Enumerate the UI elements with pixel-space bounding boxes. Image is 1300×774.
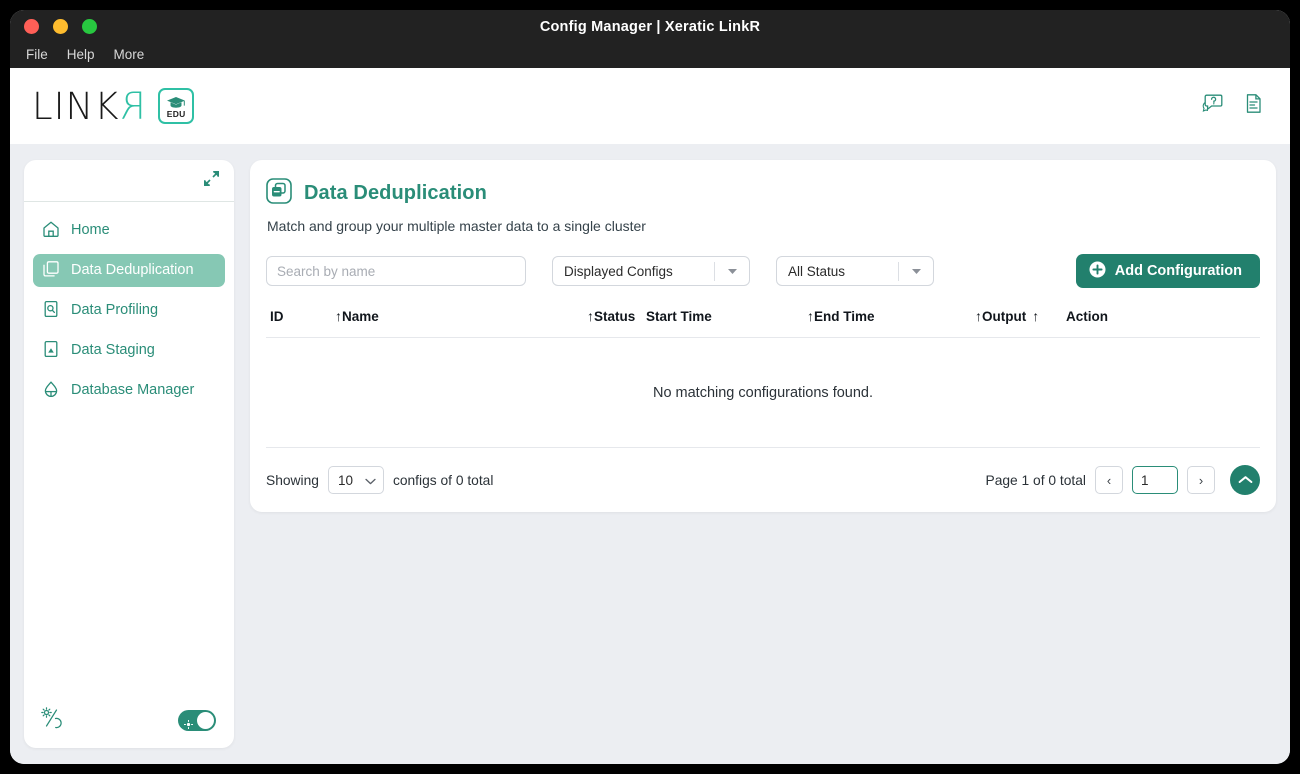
table-header-row: ID ↑ Name ↑ Status Start Time ↑ [266, 308, 1260, 338]
chevron-down-icon [899, 268, 933, 275]
title-bar: Config Manager | Xeratic LinkR File Help… [10, 10, 1290, 68]
empty-state: No matching configurations found. [266, 338, 1260, 448]
page-subtitle: Match and group your multiple master dat… [267, 218, 1260, 234]
column-header-output: Output ↑ [982, 308, 1066, 324]
column-label-start-time: Start Time [646, 309, 712, 324]
sidebar-item-label: Database Manager [71, 383, 194, 398]
column-header-start-time: Start Time ↑ [646, 308, 814, 324]
chevron-up-icon [1238, 473, 1253, 488]
edu-badge: EDU [158, 88, 194, 124]
page-number-input[interactable] [1132, 466, 1178, 494]
brand-logo: LINKR EDU [32, 88, 194, 125]
showing-label: Showing [266, 473, 319, 488]
column-label-id: ID [270, 309, 284, 324]
brand-text-accent: R [119, 88, 146, 125]
column-label-output: Output [982, 309, 1026, 324]
content-card: Data Deduplication Match and group your … [250, 160, 1276, 512]
sidebar-item-label: Home [71, 223, 110, 238]
pagination-controls: Page 1 of 0 total ‹ › [986, 465, 1261, 495]
theme-toggle[interactable] [178, 710, 216, 731]
filter-bar: Displayed Configs All Status [266, 254, 1260, 288]
search-input[interactable] [266, 256, 526, 286]
sort-arrow-end-time[interactable]: ↑ [975, 308, 982, 324]
sidebar-item-data-staging[interactable]: Data Staging [33, 334, 225, 367]
graduation-cap-icon [166, 96, 186, 109]
home-icon [42, 220, 60, 242]
sidebar-header [24, 160, 234, 202]
collapse-icon[interactable] [203, 170, 220, 192]
sort-arrow-name[interactable]: ↑ [587, 308, 594, 324]
column-label-status: Status [594, 309, 635, 324]
sidebar-item-label: Data Staging [71, 343, 155, 358]
app-window: Config Manager | Xeratic LinkR File Help… [10, 10, 1290, 764]
column-label-end-time: End Time [814, 309, 875, 324]
report-icon[interactable] [1243, 93, 1264, 119]
sort-arrow-id[interactable]: ↑ [335, 308, 342, 324]
sidebar-item-label: Data Deduplication [71, 263, 194, 278]
sidebar-footer [24, 692, 234, 748]
sidebar-item-home[interactable]: Home [33, 214, 225, 247]
page-info-label: Page 1 of 0 total [986, 473, 1087, 488]
sidebar-item-database-manager[interactable]: Database Manager [33, 374, 225, 407]
page-header: Data Deduplication [266, 178, 1260, 209]
column-header-name: Name ↑ [342, 308, 594, 324]
menu-item-help[interactable]: Help [67, 47, 95, 62]
sidebar-item-data-deduplication[interactable]: Data Deduplication [33, 254, 225, 287]
brand-text-main: LINK [32, 85, 119, 128]
add-configuration-label: Add Configuration [1115, 263, 1242, 279]
brand-wordmark: LINKR [32, 88, 146, 125]
pagination-bar: Showing 10 configs of 0 total Page 1 of … [266, 448, 1260, 512]
help-icon[interactable] [1202, 93, 1223, 119]
main-content: Data Deduplication Match and group your … [250, 160, 1276, 748]
menu-bar: File Help More [26, 47, 144, 62]
sidebar-nav: Home Data Deduplication [24, 202, 234, 407]
sort-arrow-output[interactable]: ↑ [1032, 308, 1039, 324]
menu-item-file[interactable]: File [26, 47, 48, 62]
chevron-down-icon [365, 473, 376, 488]
previous-page-button[interactable]: ‹ [1095, 466, 1123, 494]
column-header-action: Action [1066, 309, 1146, 324]
displayed-configs-value: Displayed Configs [553, 264, 714, 279]
column-label-name: Name [342, 309, 379, 324]
page-size-value: 10 [338, 473, 353, 488]
staging-icon [42, 340, 60, 362]
sidebar-item-label: Data Profiling [71, 303, 158, 318]
app-header: LINKR EDU [10, 68, 1290, 144]
empty-state-message: No matching configurations found. [653, 385, 873, 401]
next-page-button[interactable]: › [1187, 466, 1215, 494]
data-deduplication-icon [266, 178, 292, 209]
duplicate-icon [42, 260, 60, 282]
edu-badge-label: EDU [167, 110, 186, 119]
sidebar: Home Data Deduplication [24, 160, 234, 748]
app-body: Home Data Deduplication [10, 144, 1290, 764]
column-header-status: Status [594, 309, 646, 324]
column-header-id: ID ↑ [270, 308, 342, 324]
add-configuration-button[interactable]: Add Configuration [1076, 254, 1260, 288]
window-title: Config Manager | Xeratic LinkR [10, 19, 1290, 35]
database-icon [42, 380, 60, 402]
profiling-icon [42, 300, 60, 322]
sort-arrow-start-time[interactable]: ↑ [807, 308, 814, 324]
column-label-action: Action [1066, 309, 1108, 324]
scroll-to-top-button[interactable] [1230, 465, 1260, 495]
column-header-end-time: End Time ↑ [814, 308, 982, 324]
chevron-down-icon [715, 268, 749, 275]
displayed-configs-select[interactable]: Displayed Configs [552, 256, 750, 286]
theme-sun-moon-icon[interactable] [40, 706, 64, 735]
sidebar-item-data-profiling[interactable]: Data Profiling [33, 294, 225, 327]
status-select[interactable]: All Status [776, 256, 934, 286]
header-actions [1202, 93, 1264, 119]
toggle-knob [197, 712, 214, 729]
toggle-sun-icon [184, 716, 192, 724]
configurations-table: ID ↑ Name ↑ Status Start Time ↑ [266, 308, 1260, 448]
page-size-select[interactable]: 10 [328, 466, 384, 494]
status-select-value: All Status [777, 264, 898, 279]
page-title: Data Deduplication [304, 182, 487, 205]
menu-item-more[interactable]: More [114, 47, 145, 62]
plus-circle-icon [1089, 261, 1106, 282]
configs-total-label: configs of 0 total [393, 473, 493, 488]
